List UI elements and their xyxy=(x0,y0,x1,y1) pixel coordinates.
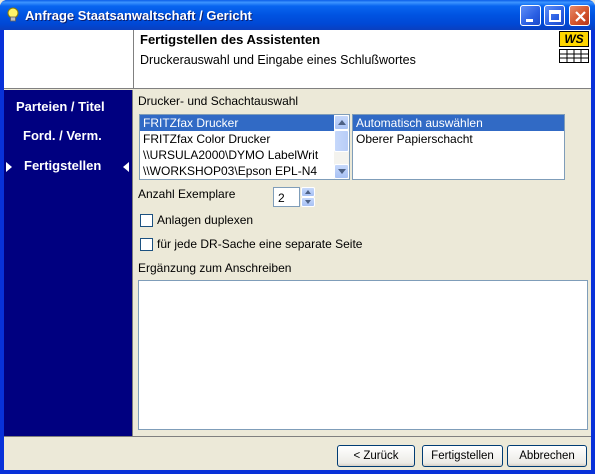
ws-grid-icon xyxy=(559,49,589,63)
dialog-client: Fertigstellen des Assistenten Druckeraus… xyxy=(4,30,591,470)
scroll-down-button[interactable] xyxy=(334,164,349,179)
sidebar-item-fertigstellen[interactable]: Fertigstellen xyxy=(4,156,133,178)
spin-up-button[interactable] xyxy=(301,187,315,197)
printer-option[interactable]: FRITZfax Drucker xyxy=(140,115,334,131)
close-icon xyxy=(575,11,586,22)
printer-option[interactable]: \\URSULA2000\DYMO LabelWrit xyxy=(140,147,334,163)
cancel-button[interactable]: Abbrechen xyxy=(507,445,587,467)
note-textarea[interactable] xyxy=(138,280,588,430)
title-bar[interactable]: Anfrage Staatsanwaltschaft / Gericht xyxy=(0,0,595,30)
scroll-up-button[interactable] xyxy=(334,115,349,130)
sidebar-item-label: Parteien / Titel xyxy=(16,99,105,114)
maximize-button[interactable] xyxy=(544,5,565,26)
close-button[interactable] xyxy=(569,5,590,26)
arrow-left-icon xyxy=(123,162,129,172)
minimize-icon xyxy=(526,19,533,22)
chevron-up-icon xyxy=(338,120,346,125)
button-bar: < Zurück Fertigstellen Abbrechen xyxy=(4,436,591,470)
printer-listbox[interactable]: FRITZfax Drucker FRITZfax Color Drucker … xyxy=(139,114,350,180)
separate-page-label: für jede DR-Sache eine separate Seite xyxy=(157,237,363,251)
back-button[interactable]: < Zurück xyxy=(337,445,415,467)
duplex-label: Anlagen duplexen xyxy=(157,213,254,227)
window-title: Anfrage Staatsanwaltschaft / Gericht xyxy=(25,8,252,23)
ws-logo-text: WS xyxy=(559,31,589,47)
tray-listbox[interactable]: Automatisch auswählen Oberer Papierschac… xyxy=(352,114,565,180)
chevron-down-icon xyxy=(338,169,346,174)
note-label: Ergänzung zum Anschreiben xyxy=(138,261,292,275)
lightbulb-icon xyxy=(7,7,19,22)
wizard-sidebar: Parteien / Titel Ford. / Verm. Fertigste… xyxy=(4,90,133,436)
maximize-icon xyxy=(549,10,561,22)
minimize-button[interactable] xyxy=(520,5,541,26)
chevron-down-icon xyxy=(305,200,311,204)
copies-input[interactable]: 2 xyxy=(273,187,300,207)
printer-scrollbar[interactable] xyxy=(334,115,349,179)
wizard-step-title: Fertigstellen des Assistenten xyxy=(140,32,321,47)
separate-page-checkbox[interactable] xyxy=(140,238,153,251)
finish-button[interactable]: Fertigstellen xyxy=(422,445,503,467)
duplex-checkbox[interactable] xyxy=(140,214,153,227)
header-spacer xyxy=(4,30,134,89)
scroll-thumb[interactable] xyxy=(334,130,349,152)
wizard-step-subtitle: Druckerauswahl und Eingabe eines Schlußw… xyxy=(140,53,416,67)
tray-option[interactable]: Oberer Papierschacht xyxy=(353,131,564,147)
printer-section-label: Drucker- und Schachtauswahl xyxy=(138,94,299,108)
wizard-header: Fertigstellen des Assistenten Druckeraus… xyxy=(134,30,591,89)
copies-stepper[interactable]: 2 xyxy=(273,187,315,207)
printer-option[interactable]: \\WORKSHOP03\Epson EPL-N4 xyxy=(140,163,334,179)
copies-label: Anzahl Exemplare xyxy=(138,187,236,201)
sidebar-item-label: Fertigstellen xyxy=(24,158,102,173)
tray-option[interactable]: Automatisch auswählen xyxy=(353,115,564,131)
chevron-up-icon xyxy=(305,190,311,194)
ws-logo: WS xyxy=(559,31,589,63)
arrow-right-icon xyxy=(6,162,12,172)
spin-down-button[interactable] xyxy=(301,197,315,207)
sidebar-item-parteien[interactable]: Parteien / Titel xyxy=(4,97,133,119)
sidebar-item-label: Ford. / Verm. xyxy=(23,128,102,143)
wizard-content: Drucker- und Schachtauswahl FRITZfax Dru… xyxy=(134,90,591,436)
sidebar-item-forderung[interactable]: Ford. / Verm. xyxy=(4,126,133,148)
printer-option[interactable]: FRITZfax Color Drucker xyxy=(140,131,334,147)
dialog-window: Anfrage Staatsanwaltschaft / Gericht Fer… xyxy=(0,0,595,474)
